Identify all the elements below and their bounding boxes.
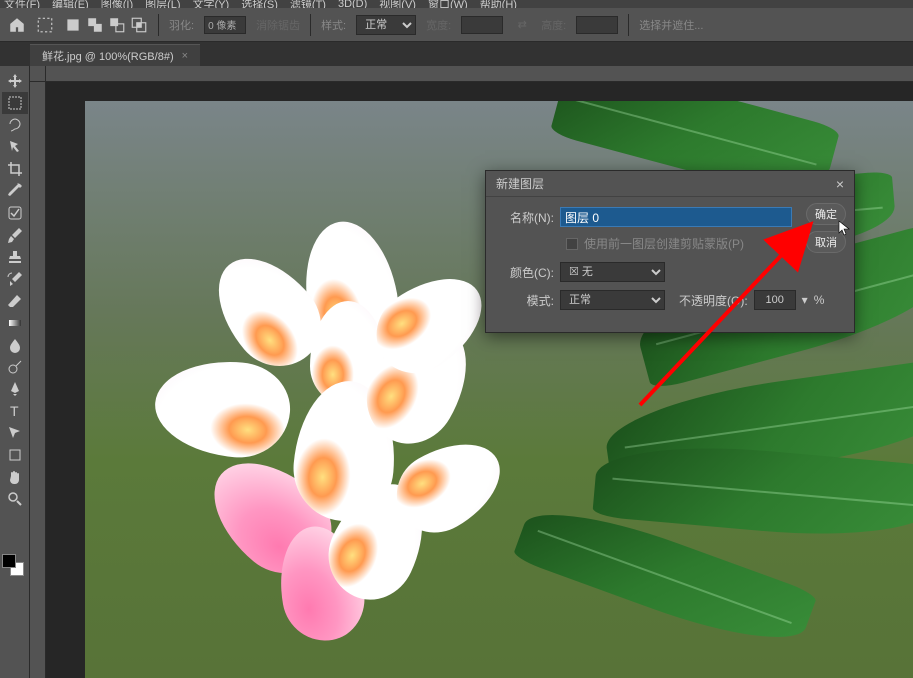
layer-name-input[interactable] <box>560 207 792 227</box>
menu-layer[interactable]: 图层(L) <box>145 0 180 8</box>
history-brush-tool[interactable] <box>2 268 28 290</box>
menu-filter[interactable]: 滤镜(T) <box>290 0 326 8</box>
selection-mode-group <box>64 16 148 34</box>
cancel-button[interactable]: 取消 <box>806 231 846 253</box>
mode-select[interactable]: 正常 <box>560 290 665 310</box>
antialias-label: 消除锯齿 <box>256 17 300 33</box>
mode-label: 模式: <box>496 292 554 309</box>
new-selection-icon[interactable] <box>64 16 82 34</box>
divider <box>628 14 629 36</box>
divider <box>158 14 159 36</box>
menu-file[interactable]: 文件(F) <box>4 0 40 8</box>
color-label: 颜色(C): <box>496 264 554 281</box>
swap-wh-icon: ⇄ <box>513 16 531 34</box>
ruler-vertical[interactable] <box>30 82 46 678</box>
tools-panel: T <box>0 66 30 678</box>
dialog-titlebar[interactable]: 新建图层 × <box>486 171 854 197</box>
percent-label: % <box>814 293 825 307</box>
name-label: 名称(N): <box>496 209 554 226</box>
gradient-tool[interactable] <box>2 312 28 334</box>
dialog-title-text: 新建图层 <box>496 175 544 192</box>
document-tab[interactable]: 鲜花.jpg @ 100%(RGB/8#) × <box>30 44 200 66</box>
image-content <box>592 436 913 545</box>
stamp-tool[interactable] <box>2 246 28 268</box>
width-label: 宽度: <box>426 17 451 33</box>
blur-tool[interactable] <box>2 334 28 356</box>
menubar: 文件(F) 编辑(E) 图像(I) 图层(L) 文字(Y) 选择(S) 滤镜(T… <box>0 0 913 8</box>
ruler-corner <box>30 66 46 82</box>
svg-text:T: T <box>10 403 19 419</box>
quick-select-tool[interactable] <box>2 136 28 158</box>
eyedropper-tool[interactable] <box>2 180 28 202</box>
options-bar: 羽化: 消除锯齿 样式: 正常 宽度: ⇄ 高度: 选择并遮住... <box>0 8 913 42</box>
close-tab-icon[interactable]: × <box>182 50 188 62</box>
color-select[interactable]: ☒ 无 <box>560 262 665 282</box>
feather-label: 羽化: <box>169 17 194 33</box>
menu-window[interactable]: 窗口(W) <box>428 0 468 8</box>
menu-edit[interactable]: 编辑(E) <box>52 0 89 8</box>
ok-button[interactable]: 确定 <box>806 203 846 225</box>
zoom-tool[interactable] <box>2 488 28 510</box>
menu-type[interactable]: 文字(Y) <box>193 0 230 8</box>
crop-tool[interactable] <box>2 158 28 180</box>
pen-tool[interactable] <box>2 378 28 400</box>
marquee-tool-icon[interactable] <box>36 16 54 34</box>
fg-color-swatch[interactable] <box>2 554 16 568</box>
new-layer-dialog: 新建图层 × 名称(N): 使用前一图层创建剪贴蒙版(P) 颜色(C): ☒ 无… <box>485 170 855 333</box>
hand-tool[interactable] <box>2 466 28 488</box>
width-input <box>461 16 503 34</box>
menu-view[interactable]: 视图(V) <box>379 0 416 8</box>
marquee-tool[interactable] <box>2 92 28 114</box>
close-icon[interactable]: × <box>836 176 844 192</box>
dodge-tool[interactable] <box>2 356 28 378</box>
style-label: 样式: <box>321 17 346 33</box>
color-swatches[interactable] <box>0 552 26 578</box>
add-selection-icon[interactable] <box>86 16 104 34</box>
opacity-input[interactable] <box>754 290 796 310</box>
menu-select[interactable]: 选择(S) <box>241 0 278 8</box>
lasso-tool[interactable] <box>2 114 28 136</box>
menu-3d[interactable]: 3D(D) <box>338 0 367 8</box>
document-tabbar: 鲜花.jpg @ 100%(RGB/8#) × <box>0 42 913 66</box>
select-and-mask-button[interactable]: 选择并遮住... <box>639 17 703 33</box>
feather-input[interactable] <box>204 16 246 34</box>
shape-tool[interactable] <box>2 444 28 466</box>
style-select[interactable]: 正常 <box>356 15 416 35</box>
menu-help[interactable]: 帮助(H) <box>480 0 517 8</box>
document-tab-title: 鲜花.jpg @ 100%(RGB/8#) <box>42 48 174 64</box>
brush-tool[interactable] <box>2 224 28 246</box>
healing-tool[interactable] <box>2 202 28 224</box>
home-icon[interactable] <box>8 16 26 34</box>
clip-mask-checkbox <box>566 238 578 250</box>
divider <box>310 14 311 36</box>
path-tool[interactable] <box>2 422 28 444</box>
move-tool[interactable] <box>2 70 28 92</box>
intersect-selection-icon[interactable] <box>130 16 148 34</box>
text-tool[interactable]: T <box>2 400 28 422</box>
subtract-selection-icon[interactable] <box>108 16 126 34</box>
opacity-label: 不透明度(O): <box>679 292 748 309</box>
eraser-tool[interactable] <box>2 290 28 312</box>
ruler-horizontal[interactable] <box>46 66 913 82</box>
height-label: 高度: <box>541 17 566 33</box>
canvas-area <box>30 66 913 678</box>
chevron-down-icon[interactable]: ▾ <box>802 293 808 307</box>
menu-image[interactable]: 图像(I) <box>101 0 133 8</box>
clip-mask-label: 使用前一图层创建剪贴蒙版(P) <box>584 235 744 252</box>
height-input <box>576 16 618 34</box>
